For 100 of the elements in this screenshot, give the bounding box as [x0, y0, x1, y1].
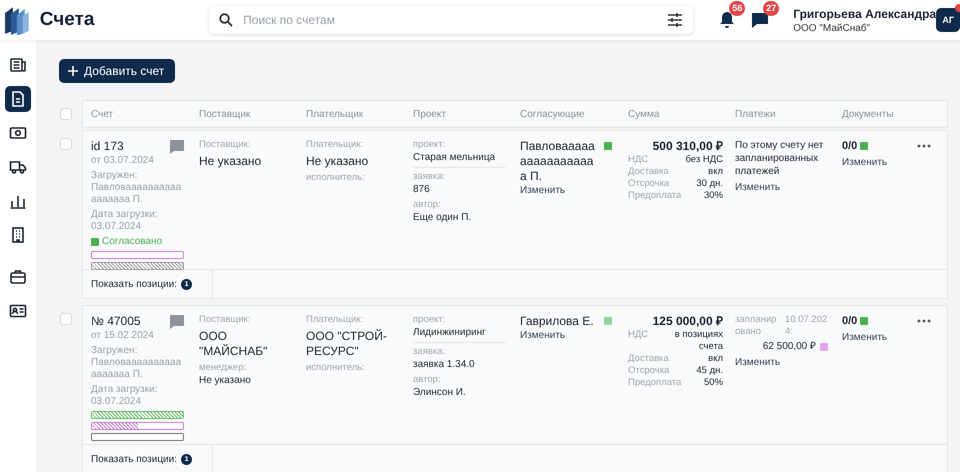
invoice-number: id 173 — [91, 139, 124, 154]
upload-date-label: Дата загрузки: — [91, 384, 158, 396]
detail-label: Доставка — [628, 166, 669, 178]
documents-count: 0/0 — [842, 314, 858, 328]
filter-icon[interactable] — [666, 13, 683, 27]
message-count: 27 — [763, 1, 780, 16]
notification-count: 56 — [729, 1, 746, 16]
invoice-number: № 47005 — [91, 314, 141, 329]
building-icon — [9, 226, 27, 244]
logo-icon — [3, 5, 31, 35]
author-label: автор: — [413, 374, 441, 386]
column-header: Счет — [91, 108, 114, 120]
comment-icon[interactable] — [169, 139, 185, 155]
detail-value: вкл — [707, 353, 723, 365]
executor-label: исполнитель: — [306, 362, 365, 374]
upload-date-label: Дата загрузки: — [91, 209, 158, 221]
search-icon — [219, 13, 234, 27]
project-label: проект: — [413, 314, 446, 326]
newspaper-icon — [9, 56, 27, 74]
detail-value: 45 дн. — [695, 365, 723, 377]
detail-label: Предоплата — [628, 377, 682, 389]
detail-label: НДС — [628, 329, 648, 342]
change-link[interactable]: Изменить — [520, 329, 566, 342]
detail-value: 30 дн. — [695, 178, 723, 190]
invoice-amount: 500 310,00 ₽ — [652, 139, 723, 154]
detail-value: 30% — [702, 190, 723, 202]
payment-date: 10.07.2024: — [785, 314, 828, 338]
more-menu-icon[interactable] — [917, 319, 931, 323]
payer-name: ООО "СТРОЙ-РЕСУРС" — [306, 329, 388, 359]
change-link[interactable]: Изменить — [842, 156, 888, 169]
column-header: Сумма — [628, 108, 660, 120]
detail-label: Доставка — [628, 353, 669, 365]
row-checkbox[interactable] — [60, 138, 72, 150]
author-label: автор: — [413, 199, 441, 211]
change-link[interactable]: Изменить — [735, 181, 780, 194]
detail-value: вкл — [707, 166, 723, 178]
payment-amount: 62 500,00 ₽ — [762, 340, 816, 353]
request-label: заявка: — [413, 171, 446, 183]
add-invoice-button[interactable]: Добавить счет — [59, 59, 176, 83]
uploaded-label: Загружен: — [91, 345, 138, 357]
manager-label: менеджер: — [199, 362, 246, 374]
supplier-label: Поставщик: — [199, 314, 250, 326]
upload-date: 03.07.2024 — [91, 396, 142, 408]
column-header: Плательщик — [306, 108, 364, 120]
payment-status: запланировано — [735, 314, 777, 338]
detail-label: Отсрочка — [628, 365, 670, 377]
messages-button[interactable] — [751, 11, 770, 29]
detail-value: без НДС — [684, 154, 723, 166]
briefcase-icon — [9, 268, 27, 286]
supplier-label: Поставщик: — [199, 139, 250, 151]
project-name: Старая мельница — [413, 151, 506, 168]
request-label: заявка: — [413, 346, 446, 358]
request-number: 876 — [413, 183, 430, 196]
payments-note: По этому счету нет запланированных платежей — [735, 139, 824, 178]
request-number: заявка 1.34.0 — [413, 358, 475, 371]
detail-label: Отсрочка — [628, 178, 670, 190]
select-all-checkbox[interactable] — [60, 108, 72, 120]
page-title: Счета — [40, 9, 96, 31]
author-name: Элинсон И. — [413, 386, 466, 399]
column-header: Проект — [413, 108, 447, 120]
supplier-name: ООО "МАЙСНАБ" — [199, 329, 268, 359]
manager-name: Не указано — [199, 374, 251, 387]
approver-name: Гаврилова Е. — [520, 314, 595, 329]
status-label: Согласовано — [102, 236, 162, 248]
document-icon — [9, 90, 27, 108]
payer-label: Плательщик: — [306, 314, 364, 326]
plus-icon — [68, 66, 78, 76]
change-link[interactable]: Изменить — [520, 184, 566, 197]
company-name: ООО "МайСнаб" — [793, 22, 872, 34]
truck-icon — [9, 158, 27, 176]
detail-value: 50% — [702, 377, 723, 389]
column-header: Согласующие — [520, 108, 586, 120]
comment-icon[interactable] — [169, 314, 185, 330]
invoice-amount: 125 000,00 ₽ — [652, 314, 723, 329]
user-name: Григорьева Александра — [793, 6, 934, 20]
supplier-name: Не указано — [199, 154, 262, 169]
change-link[interactable]: Изменить — [735, 356, 780, 369]
change-link[interactable]: Изменить — [842, 331, 888, 344]
banknote-icon — [9, 124, 27, 142]
column-header: Поставщик — [199, 108, 252, 120]
id-card-icon — [9, 302, 27, 320]
column-header: Платежи — [735, 108, 777, 120]
invoice-date: от 15.02.2024 — [91, 330, 154, 342]
documents-count: 0/0 — [842, 139, 858, 153]
row-checkbox[interactable] — [60, 313, 72, 325]
invoice-date: от 03.07.2024 — [91, 155, 154, 167]
uploaded-by: Павловааааааааааааааааа П. — [91, 182, 182, 206]
sidebar-item[interactable] — [5, 86, 31, 112]
uploaded-by: Павловааааааааааааааааа П. — [91, 357, 182, 381]
detail-label: Предоплата — [628, 190, 682, 202]
more-menu-icon[interactable] — [917, 144, 931, 148]
payer-label: Плательщик: — [306, 139, 364, 151]
uploaded-label: Загружен: — [91, 170, 138, 182]
project-label: проект: — [413, 139, 446, 151]
column-header: Документы — [842, 108, 895, 120]
author-name: Еще один П. — [413, 211, 472, 224]
notifications-button[interactable] — [718, 11, 735, 29]
upload-date: 03.07.2024 — [91, 221, 142, 233]
payer-name: Не указано — [306, 154, 368, 169]
project-name: Лидинжиниринг — [413, 326, 506, 343]
